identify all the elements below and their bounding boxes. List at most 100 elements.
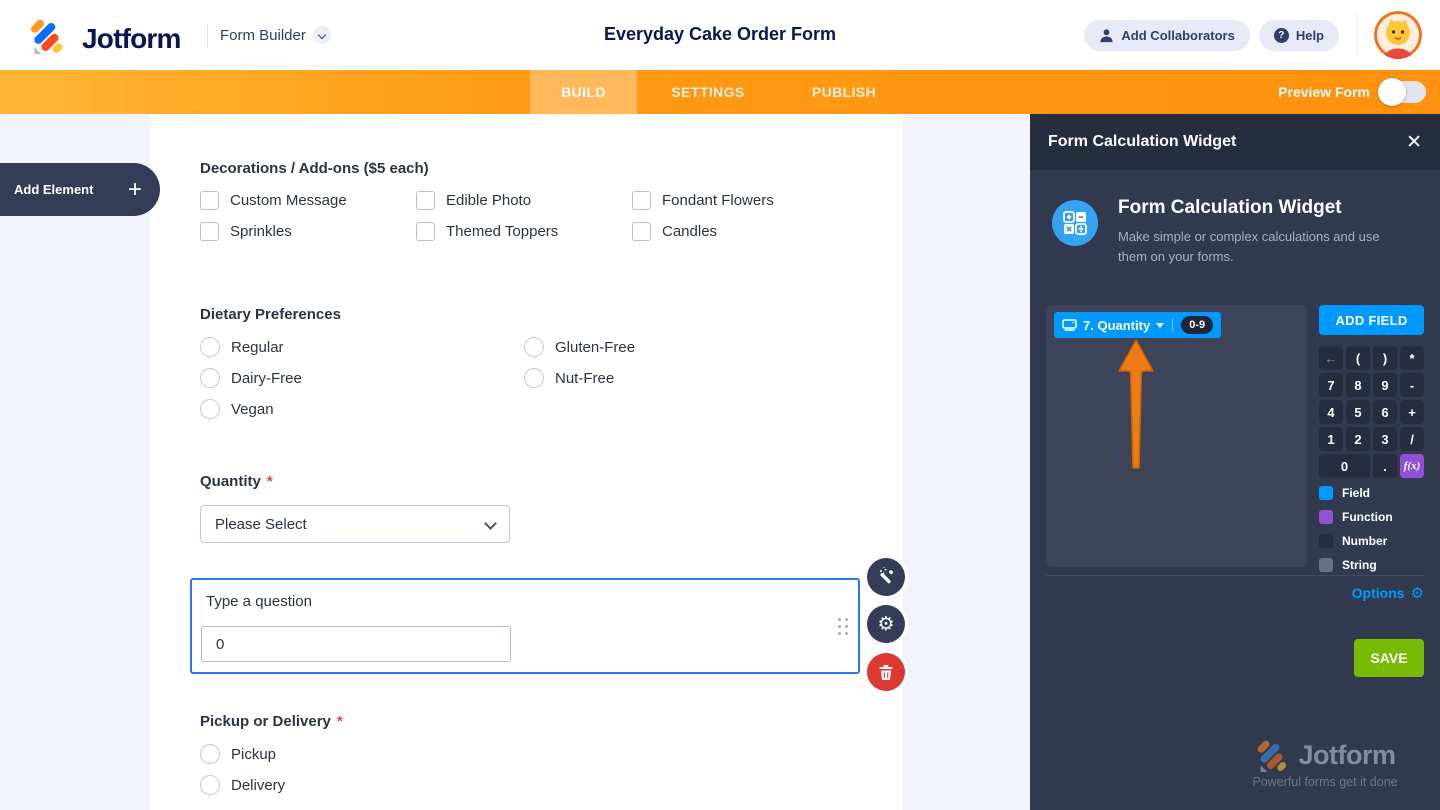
key-minus[interactable]: - <box>1400 373 1424 397</box>
radio-option[interactable]: Pickup <box>200 744 285 764</box>
legend-item-field: Field <box>1319 486 1393 500</box>
widget-description: Make simple or complex calculations and … <box>1118 229 1380 265</box>
product-label: Form Builder <box>220 26 306 44</box>
radio[interactable] <box>524 368 544 388</box>
radio-option[interactable]: Gluten-Free <box>524 337 744 357</box>
options-link[interactable]: Options ⚙ <box>1352 584 1424 602</box>
watermark-tagline: Powerful forms get it done <box>1252 775 1398 789</box>
key-divide[interactable]: / <box>1400 427 1424 451</box>
watermark-wordmark: Jotform <box>1298 740 1397 770</box>
quantity-label: Quantity * <box>200 473 273 490</box>
radio[interactable] <box>200 399 220 419</box>
key-backspace[interactable]: ← <box>1319 346 1343 370</box>
drag-handle[interactable] <box>838 618 848 635</box>
save-button[interactable]: SAVE <box>1354 639 1424 677</box>
checkbox[interactable] <box>200 222 219 241</box>
checkbox-option[interactable]: Themed Toppers <box>416 222 632 241</box>
formula-editor[interactable]: 7. Quantity 0-9 <box>1046 305 1307 567</box>
key-7[interactable]: 7 <box>1319 373 1343 397</box>
add-collaborators-button[interactable]: Add Collaborators <box>1084 19 1250 51</box>
checkbox[interactable] <box>416 222 435 241</box>
radio[interactable] <box>200 337 220 357</box>
checkbox-option[interactable]: Sprinkles <box>200 222 416 241</box>
radio[interactable] <box>200 775 220 795</box>
number-swatch <box>1319 534 1333 548</box>
close-icon[interactable]: ✕ <box>1406 133 1422 152</box>
tab-publish[interactable]: PUBLISH <box>779 70 909 114</box>
option-label: Candles <box>662 223 718 240</box>
tab-settings[interactable]: SETTINGS <box>637 70 779 114</box>
widget-info: Form Calculation Widget Make simple or c… <box>1052 197 1420 267</box>
radio-option[interactable]: Nut-Free <box>524 368 744 388</box>
key-5[interactable]: 5 <box>1346 400 1370 424</box>
radio-option[interactable]: Regular <box>200 337 524 357</box>
plus-icon: + <box>127 175 142 203</box>
chip-range-badge: 0-9 <box>1181 316 1214 334</box>
help-button[interactable]: ? Help <box>1258 19 1339 51</box>
key-multiply[interactable]: * <box>1400 346 1424 370</box>
radio[interactable] <box>200 368 220 388</box>
add-element-button[interactable]: Add Element + <box>0 163 160 216</box>
selected-question-card[interactable]: Type a question 0 <box>190 578 860 674</box>
key-open-paren[interactable]: ( <box>1346 346 1370 370</box>
radio-option[interactable]: Vegan <box>200 399 524 419</box>
key-8[interactable]: 8 <box>1346 373 1370 397</box>
key-3[interactable]: 3 <box>1373 427 1397 451</box>
magic-wand-icon <box>880 567 893 584</box>
checkbox-option[interactable]: Candles <box>632 222 852 241</box>
key-0[interactable]: 0 <box>1319 454 1370 478</box>
legend-item-function: Function <box>1319 510 1393 524</box>
key-1[interactable]: 1 <box>1319 427 1343 451</box>
required-mark: * <box>266 473 273 490</box>
jotform-wordmark[interactable]: Jotform <box>82 23 181 55</box>
preview-form-toggle[interactable] <box>1378 78 1426 106</box>
radio-option[interactable]: Dairy-Free <box>200 368 524 388</box>
radio[interactable] <box>200 744 220 764</box>
checkbox-option[interactable]: Custom Message <box>200 191 416 210</box>
radio-option[interactable]: Delivery <box>200 775 285 795</box>
trash-icon <box>879 664 893 680</box>
panel-header: Form Calculation Widget ✕ <box>1030 114 1440 170</box>
radio[interactable] <box>524 337 544 357</box>
form-title[interactable]: Everyday Cake Order Form <box>604 24 836 45</box>
chevron-down-icon <box>485 519 495 529</box>
user-avatar[interactable] <box>1374 11 1422 59</box>
option-label: Edible Photo <box>446 192 532 209</box>
help-label: Help <box>1295 27 1324 43</box>
key-4[interactable]: 4 <box>1319 400 1343 424</box>
key-2[interactable]: 2 <box>1346 427 1370 451</box>
function-swatch <box>1319 510 1333 524</box>
key-function[interactable]: f(x) <box>1400 454 1424 478</box>
properties-button[interactable]: ⚙ <box>867 605 905 643</box>
option-label: Regular <box>231 338 284 356</box>
checkbox[interactable] <box>632 222 651 241</box>
delete-button[interactable] <box>867 653 905 691</box>
key-9[interactable]: 9 <box>1373 373 1397 397</box>
tab-build[interactable]: BUILD <box>530 70 637 114</box>
calculation-value-input[interactable]: 0 <box>201 626 511 662</box>
checkbox-option[interactable]: Fondant Flowers <box>632 191 852 210</box>
quantity-select[interactable]: Please Select <box>200 505 510 543</box>
legend-item-string: String <box>1319 558 1393 572</box>
product-switcher[interactable]: Form Builder <box>220 26 331 44</box>
field-chip-quantity[interactable]: 7. Quantity 0-9 <box>1054 312 1222 338</box>
question-label[interactable]: Type a question <box>206 593 312 610</box>
key-6[interactable]: 6 <box>1373 400 1397 424</box>
checkbox[interactable] <box>416 191 435 210</box>
key-plus[interactable]: + <box>1400 400 1424 424</box>
wizard-button[interactable] <box>867 558 905 596</box>
calculator-keypad: ← ( ) * 7 8 9 - 4 5 6 + 1 2 3 / 0 . f(x) <box>1319 346 1424 478</box>
key-close-paren[interactable]: ) <box>1373 346 1397 370</box>
key-dot[interactable]: . <box>1373 454 1397 478</box>
add-field-button[interactable]: ADD FIELD <box>1319 305 1424 335</box>
header-divider <box>207 24 208 48</box>
option-label: Sprinkles <box>230 223 292 240</box>
field-swatch <box>1319 486 1333 500</box>
option-label: Custom Message <box>230 192 347 209</box>
field-type-icon <box>1062 318 1077 331</box>
checkbox[interactable] <box>632 191 651 210</box>
checkbox-option[interactable]: Edible Photo <box>416 191 632 210</box>
jotform-logo-icon[interactable] <box>28 17 68 60</box>
calculator-widget-icon <box>1052 200 1098 246</box>
checkbox[interactable] <box>200 191 219 210</box>
